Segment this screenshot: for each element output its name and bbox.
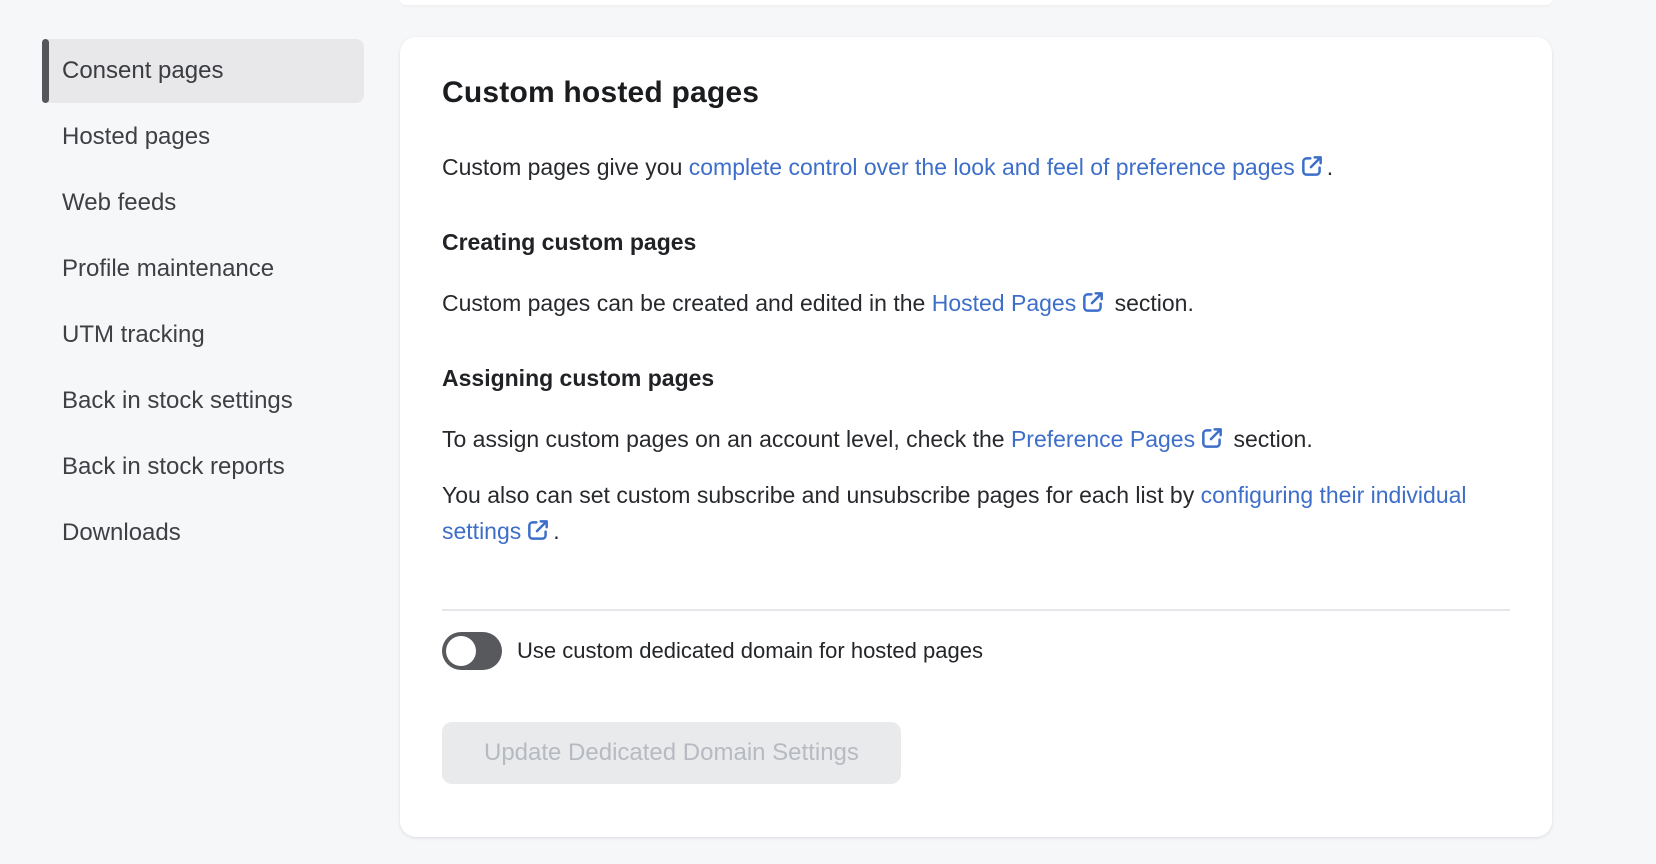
link-label: complete control over the look and feel … — [689, 154, 1295, 180]
assigning-suffix: section. — [1227, 426, 1313, 452]
assigning-custom-pages-heading: Assigning custom pages — [442, 363, 1510, 393]
sidebar-item-utm-tracking[interactable]: UTM tracking — [42, 303, 364, 367]
sidebar-item-profile-maintenance[interactable]: Profile maintenance — [42, 237, 364, 301]
settings-sidebar: Consent pages Hosted pages Web feeds Pro… — [42, 39, 364, 567]
external-link-icon — [1199, 425, 1225, 451]
intro-text: Custom pages give you — [442, 154, 689, 180]
extra-period: . — [553, 518, 559, 544]
update-dedicated-domain-button[interactable]: Update Dedicated Domain Settings — [442, 722, 901, 784]
custom-domain-toggle[interactable] — [442, 632, 502, 670]
creating-paragraph: Custom pages can be created and edited i… — [442, 285, 1510, 321]
sidebar-item-downloads[interactable]: Downloads — [42, 501, 364, 565]
external-link-icon — [1299, 153, 1325, 179]
sidebar-item-hosted-pages[interactable]: Hosted pages — [42, 105, 364, 169]
preference-pages-link[interactable]: Preference Pages — [1011, 426, 1227, 452]
sidebar-item-label: Hosted pages — [62, 123, 210, 151]
creating-text: Custom pages can be created and edited i… — [442, 290, 932, 316]
sidebar-item-label: Profile maintenance — [62, 255, 274, 283]
sidebar-item-label: UTM tracking — [62, 321, 205, 349]
custom-domain-toggle-label: Use custom dedicated domain for hosted p… — [517, 638, 983, 664]
creating-custom-pages-heading: Creating custom pages — [442, 227, 1510, 257]
external-link-icon — [1080, 289, 1106, 315]
link-label: Preference Pages — [1011, 426, 1195, 452]
custom-hosted-pages-card: Custom hosted pages Custom pages give yo… — [400, 37, 1552, 837]
card-above-bottom-edge — [400, 0, 1552, 5]
link-label: Hosted Pages — [932, 290, 1076, 316]
external-link-icon — [525, 517, 551, 543]
creating-suffix: section. — [1108, 290, 1194, 316]
custom-domain-toggle-row: Use custom dedicated domain for hosted p… — [442, 632, 1510, 670]
sidebar-item-consent-pages[interactable]: Consent pages — [42, 39, 364, 103]
page-title: Custom hosted pages — [442, 75, 1510, 111]
sidebar-item-label: Back in stock reports — [62, 453, 285, 481]
sidebar-item-back-in-stock-reports[interactable]: Back in stock reports — [42, 435, 364, 499]
toggle-knob — [446, 636, 476, 666]
sidebar-item-web-feeds[interactable]: Web feeds — [42, 171, 364, 235]
extra-text: You also can set custom subscribe and un… — [442, 482, 1201, 508]
section-divider — [442, 609, 1510, 611]
assigning-paragraph: To assign custom pages on an account lev… — [442, 421, 1510, 457]
sidebar-item-label: Downloads — [62, 519, 181, 547]
sidebar-item-label: Consent pages — [62, 57, 223, 85]
selected-indicator-bar — [42, 39, 49, 103]
sidebar-item-label: Web feeds — [62, 189, 176, 217]
intro-period: . — [1327, 154, 1333, 180]
preference-pages-look-feel-link[interactable]: complete control over the look and feel … — [689, 154, 1327, 180]
sidebar-item-label: Back in stock settings — [62, 387, 293, 415]
intro-paragraph: Custom pages give you complete control o… — [442, 149, 1510, 185]
list-settings-paragraph: You also can set custom subscribe and un… — [442, 477, 1510, 549]
sidebar-item-back-in-stock-settings[interactable]: Back in stock settings — [42, 369, 364, 433]
hosted-pages-link[interactable]: Hosted Pages — [932, 290, 1108, 316]
assigning-text: To assign custom pages on an account lev… — [442, 426, 1011, 452]
